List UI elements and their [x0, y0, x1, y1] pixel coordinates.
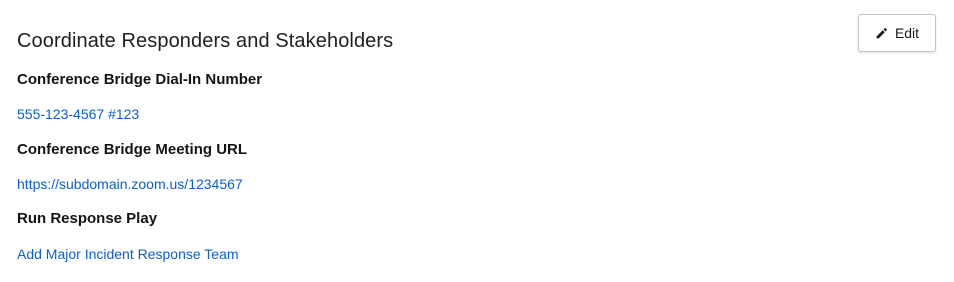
edit-button-label: Edit [894, 25, 920, 41]
coordinate-responders-panel: Coordinate Responders and Stakeholders E… [0, 0, 954, 282]
meeting-url-label: Conference Bridge Meeting URL [17, 141, 248, 158]
meeting-url-link[interactable]: https://subdomain.zoom.us/1234567 [17, 174, 243, 194]
response-play-label: Run Response Play [17, 210, 158, 227]
edit-button[interactable]: Edit [858, 14, 936, 52]
dial-in-number-link[interactable]: 555-123-4567 #123 [17, 104, 139, 124]
dial-in-number-label: Conference Bridge Dial-In Number [17, 71, 263, 88]
panel-title: Coordinate Responders and Stakeholders [17, 30, 394, 52]
response-play-link[interactable]: Add Major Incident Response Team [17, 244, 239, 264]
pencil-icon [875, 27, 888, 40]
